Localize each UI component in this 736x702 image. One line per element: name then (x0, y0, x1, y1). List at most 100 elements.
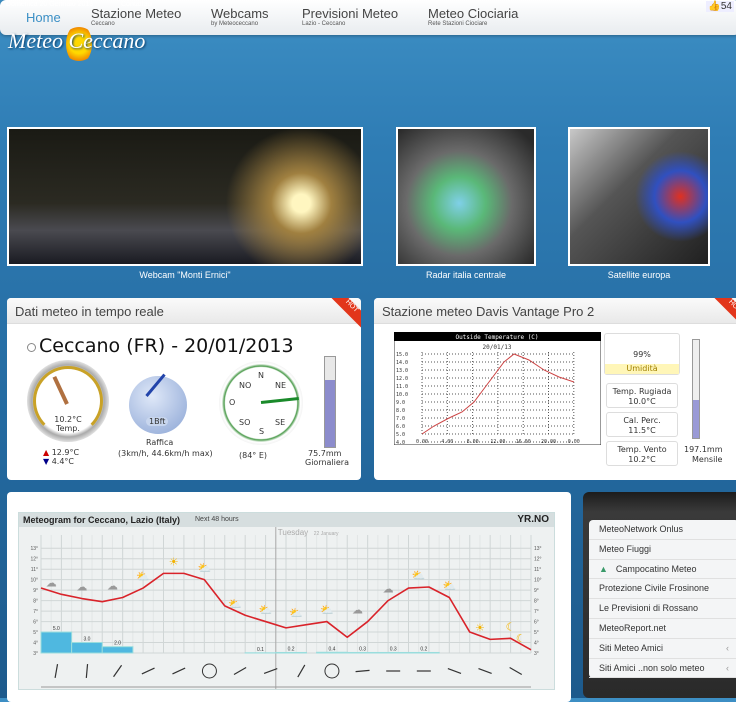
weather-icon: ⛅ (136, 571, 150, 583)
weather-icon: ☁ (383, 584, 394, 596)
y-tick-right: 5° (534, 630, 539, 636)
wind-arrow-icon (114, 665, 122, 676)
radar-image[interactable] (396, 127, 536, 266)
nav-previsioni-meteo[interactable]: Previsioni MeteoLazio - Ceccano (302, 7, 398, 28)
daily-rain-value: 75.7mm (308, 449, 341, 458)
weather-icon: ☁ (76, 582, 87, 594)
precip-bar (102, 647, 133, 653)
nav-webcams[interactable]: Webcamsby Meteoceccano (211, 7, 269, 28)
links-menu: MeteoNetwork OnlusMeteo Fiuggi▲Campocati… (583, 492, 736, 698)
y-tick: 9° (33, 588, 38, 594)
satellite-caption[interactable]: Satellite europa (568, 270, 710, 280)
link-item[interactable]: Siti Meteo Amici‹ (589, 639, 736, 659)
meteogram-title: Meteogram for Ceccano, Lazio (Italy) (23, 515, 180, 525)
wind-arrow-icon (86, 664, 87, 678)
wind-arrow-icon (298, 665, 305, 677)
weather-icon: ⛅ (259, 605, 273, 617)
thumbs-up-icon: 👍 (708, 1, 720, 12)
daily-rain-bar (324, 356, 336, 448)
link-item[interactable]: ▲Campocatino Meteo (589, 560, 736, 580)
nav-meteo-ciociaria[interactable]: Meteo CiociariaRete Stazioni Ciociare (428, 7, 518, 28)
weather-icon: ☁ (352, 605, 363, 617)
location-title: Ceccano (FR) - 20/01/2013 (27, 335, 294, 357)
y-tick: 4.0 (396, 440, 405, 445)
x-tick: 16.00 (516, 439, 531, 445)
y-tick: 6.0 (396, 424, 405, 430)
temp-label: Temp. (47, 424, 89, 433)
wind-chill-box: Temp. Vento10.2°C (606, 441, 678, 466)
weather-icon: ☾ (506, 621, 516, 633)
dew-point-box: Temp. Rugiada10.0°C (606, 383, 678, 408)
weather-icon: ☀ (475, 622, 485, 634)
y-tick: 13.0 (396, 368, 408, 374)
wind-arrow-icon (234, 668, 246, 675)
chevron-left-icon: ‹ (726, 639, 729, 659)
heat-index-box: Cal. Perc.11.5°C (606, 412, 678, 437)
precip-bar (276, 652, 307, 653)
calm-wind-icon (202, 664, 216, 678)
satellite-image[interactable] (568, 127, 710, 266)
meteogram-subtitle: Next 48 hours (195, 516, 239, 523)
link-item[interactable]: Siti Amici ..non solo meteo‹ (589, 659, 736, 679)
y-tick: 11.0 (396, 384, 408, 390)
weather-icon: ⛅ (320, 605, 334, 617)
y-tick: 11° (31, 567, 38, 573)
direction-detail: (84° E) (239, 451, 267, 460)
y-tick: 8° (33, 599, 38, 605)
day-label: Tuesday (278, 528, 308, 537)
x-tick: 8.00 (467, 439, 479, 445)
y-tick: 12.0 (396, 376, 408, 382)
calm-wind-icon (325, 664, 339, 678)
y-tick-right: 7° (534, 609, 539, 615)
nav-home[interactable]: Home (26, 11, 61, 24)
precip-label: 2.0 (114, 641, 121, 647)
wind-speed-gauge: 1Bft (129, 376, 187, 434)
y-tick-right: 3° (534, 651, 539, 657)
davis-temperature-graph: Outside Temperature (C)20/01/1315.014.01… (394, 332, 601, 445)
graph-date: 20/01/13 (483, 344, 512, 351)
y-tick-right: 13° (534, 546, 542, 552)
y-tick: 8.0 (396, 408, 405, 414)
nav-stazione-meteo[interactable]: Stazione MeteoCeccano (91, 7, 181, 28)
link-item[interactable]: MeteoReport.net (589, 619, 736, 639)
wind-arrow-icon (356, 670, 370, 671)
radio-icon (27, 343, 36, 352)
weather-icon: ⛅ (289, 608, 303, 620)
y-tick: 13° (30, 546, 38, 552)
yrno-logo[interactable]: YR.NO (517, 514, 549, 525)
davis-title: Stazione meteo Davis Vantage Pro 2 (374, 298, 736, 324)
y-tick-right: 4° (534, 641, 539, 647)
daily-rain-label: Giornaliera (305, 458, 349, 467)
precip-bar (317, 652, 348, 653)
link-item[interactable]: Protezione Civile Frosinone (589, 579, 736, 599)
webcam-image[interactable] (7, 127, 363, 266)
precip-label: 0.3 (390, 646, 397, 652)
precip-bar (409, 652, 440, 653)
wind-arrow-icon (172, 668, 185, 674)
precip-bar (41, 632, 72, 653)
precip-label: 0.2 (420, 646, 427, 652)
weather-icon: ☀ (169, 556, 179, 568)
webcam-caption[interactable]: Webcam "Monti Ernici" (7, 270, 363, 280)
x-tick: 0.00 (568, 439, 580, 445)
like-button[interactable]: 👍54 (706, 1, 734, 12)
meteogram[interactable]: Meteogram for Ceccano, Lazio (Italy) Nex… (18, 512, 555, 690)
humidity-value: 99% (605, 350, 679, 360)
temperature-gauge: 10.2°CTemp. (27, 360, 109, 442)
weather-icon: ☁ (46, 577, 57, 589)
weather-icon: ⛅ (228, 598, 242, 610)
link-item[interactable]: Meteo Fiuggi (589, 540, 736, 560)
radar-caption[interactable]: Radar italia centrale (396, 270, 536, 280)
monthly-rain-bar (692, 339, 700, 439)
wind-arrow-icon (448, 669, 461, 674)
site-logo[interactable]: Meteo Ceccano (8, 28, 145, 54)
y-tick: 12° (30, 557, 38, 563)
link-item[interactable]: MeteoNetwork Onlus (589, 520, 736, 540)
y-tick: 3° (33, 651, 38, 657)
temp-value: 10.2°C (47, 415, 89, 424)
link-item[interactable]: Le Previsioni di Rossano (589, 599, 736, 619)
y-tick: 5° (33, 630, 38, 636)
y-tick: 6° (33, 620, 38, 626)
y-tick: 14.0 (396, 360, 408, 366)
y-tick: 10.0 (396, 392, 408, 398)
